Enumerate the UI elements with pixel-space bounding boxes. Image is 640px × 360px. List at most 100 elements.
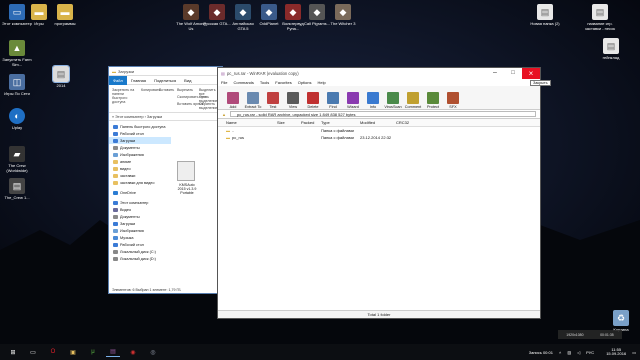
column-type[interactable]: Type <box>321 120 360 125</box>
nav-videos[interactable]: Видео <box>109 206 171 213</box>
maximize-button[interactable]: □ <box>504 68 522 79</box>
protect-button[interactable]: Protect <box>424 92 442 109</box>
nav-quick-access[interactable]: Панель быстрого доступа <box>109 123 171 130</box>
desktop-icon-new-folder[interactable]: ▤ Новая папка (2) <box>530 4 560 27</box>
desktop-icon-the-crew-file[interactable]: ▤ The_Crew 1... <box>2 178 32 201</box>
up-folder-icon[interactable]: ▲ <box>222 112 226 117</box>
info-button[interactable]: Info <box>364 92 382 109</box>
ribbon-paste-button[interactable]: Вставить <box>159 88 174 92</box>
file-list-row[interactable]: ▬ pc_rus Папка с файлами 23.12.2014 22:32 <box>218 134 540 141</box>
wizard-button[interactable]: Wizard <box>344 92 362 109</box>
nav-pc-pictures[interactable]: Изображения <box>109 227 171 234</box>
add-button[interactable]: Add <box>224 92 242 109</box>
find-button[interactable]: Find <box>324 92 342 109</box>
column-crc32[interactable]: CRC32 <box>396 120 426 125</box>
ribbon-cut-button[interactable]: Вырезать <box>177 88 193 92</box>
file-icon: ▤ <box>52 65 70 83</box>
nav-pc-desktop[interactable]: Рабочий стол <box>109 241 171 248</box>
nav-drive-d[interactable]: Локальный диск (D:) <box>109 255 171 262</box>
drive-icon <box>113 249 118 254</box>
language-indicator[interactable]: РУС <box>586 350 594 355</box>
start-button[interactable]: ⊞ <box>6 347 20 357</box>
desktop-icon <box>113 242 118 247</box>
ribbon-copy-button[interactable]: Копировать <box>141 88 160 92</box>
archive-path-field[interactable]: pc_rus.rar - solid RAR archive, unpacked… <box>229 111 536 117</box>
desktop-icon-the-crew[interactable]: ▰ The Crew (Worldwide) <box>2 146 32 173</box>
nav-pc-documents[interactable]: Документы <box>109 213 171 220</box>
file-icon: ▤ <box>9 178 25 194</box>
menu-options[interactable]: Options <box>298 80 312 85</box>
virusscan-button[interactable]: VirusScan <box>384 92 402 109</box>
nav-pictures[interactable]: Изображения <box>109 151 171 158</box>
delete-button[interactable]: Delete <box>304 92 322 109</box>
column-size[interactable]: Size <box>275 120 301 125</box>
recording-indicator[interactable]: Запись 00:01 <box>529 350 553 355</box>
menu-help[interactable]: Help <box>318 80 326 85</box>
chevron-up-icon[interactable]: ˄ <box>559 350 561 355</box>
nav-music[interactable]: Музыка <box>109 234 171 241</box>
desktop-icon <box>113 131 118 136</box>
nav-folder-anime[interactable]: аниме <box>109 158 171 165</box>
desktop-icon-text-file[interactable]: ▤ название игр. заставки - песок <box>580 4 620 31</box>
sfx-button[interactable]: SFX <box>444 92 462 109</box>
menu-favorites[interactable]: Favorites <box>275 80 291 85</box>
nav-downloads[interactable]: Загрузки <box>109 137 171 144</box>
explorer-address-bar[interactable]: « Этот компьютер › Загрузки <box>109 113 222 121</box>
nav-drive-c[interactable]: Локальный диск (C:) <box>109 248 171 255</box>
desktop-icon-selected-file[interactable]: ▤ 2014 <box>46 65 76 89</box>
network-icon: ◫ <box>9 74 25 90</box>
clock[interactable]: 11:55 15.09.2016 <box>600 347 626 357</box>
nav-documents[interactable]: Документы <box>109 144 171 151</box>
taskbar-winrar[interactable]: ▤ <box>106 347 120 357</box>
desktop-icon-farm-sim[interactable]: ▲ Запустить Farm Sim... <box>2 40 32 67</box>
uplay-icon: ◐ <box>9 108 25 124</box>
taskbar-opera[interactable]: O <box>46 347 60 357</box>
desktop-icon-lan-games[interactable]: ◫ Игры По Сети <box>2 74 32 97</box>
taskbar-explorer[interactable]: ▣ <box>66 347 80 357</box>
column-modified[interactable]: Modified <box>360 120 396 125</box>
tab-file[interactable]: Файл <box>109 75 127 85</box>
column-packed[interactable]: Packed <box>301 120 321 125</box>
nav-folder-intros[interactable]: заставки <box>109 172 171 179</box>
tab-home[interactable]: Главная <box>127 78 150 83</box>
ribbon-pin-button[interactable]: Закрепить на панели быстрого доступа <box>112 88 138 104</box>
extract-to-button[interactable]: Extract To <box>244 92 262 109</box>
menu-tools[interactable]: Tools <box>260 80 269 85</box>
minimize-button[interactable]: – <box>486 68 504 79</box>
desktop-icon-uplay[interactable]: ◐ Uplay <box>2 108 32 131</box>
nav-onedrive[interactable]: OneDrive <box>109 189 171 196</box>
tab-share[interactable]: Поделиться <box>150 78 180 83</box>
nav-this-pc[interactable]: Этот компьютер <box>109 199 171 206</box>
test-button[interactable]: Test <box>264 92 282 109</box>
nav-folder-intros-video[interactable]: заставки для видео <box>109 179 171 186</box>
winrar-window: ▤ pc_rus.rar - WinRAR (evaluation copy) … <box>217 67 541 319</box>
nav-desktop[interactable]: Рабочий стол <box>109 130 171 137</box>
volume-icon[interactable]: ◁ <box>577 350 580 355</box>
network-icon[interactable]: ▥ <box>567 350 571 355</box>
taskbar-app-red[interactable]: ◉ <box>126 347 140 357</box>
menu-commands[interactable]: Commands <box>233 80 253 85</box>
explorer-ribbon: Закрепить на панели быстрого доступа Коп… <box>109 85 222 113</box>
taskbar-utorrent[interactable]: μ <box>86 347 100 357</box>
view-button[interactable]: View <box>284 92 302 109</box>
desktop-icon-doc[interactable]: ▤ гейнклад <box>596 38 626 61</box>
nav-folder-video[interactable]: видео <box>109 165 171 172</box>
image-icon <box>113 152 118 157</box>
tab-view[interactable]: Вид <box>180 78 195 83</box>
file-thumbnail[interactable] <box>177 161 195 181</box>
explorer-ribbon-tabs: Файл Главная Поделиться Вид <box>109 75 222 85</box>
task-view-button[interactable]: ▭ <box>26 347 40 357</box>
desktop-icon-programs-folder[interactable]: ▬ программы <box>50 4 80 27</box>
close-button[interactable]: × <box>522 68 540 79</box>
taskbar-steam[interactable]: ◎ <box>146 347 160 357</box>
comment-button[interactable]: Comment <box>404 92 422 109</box>
notifications-icon[interactable]: ▭ <box>632 350 636 355</box>
document-icon: ▤ <box>592 4 608 20</box>
column-name[interactable]: Name <box>218 120 275 125</box>
row-name: ▬ pc_rus <box>226 135 245 140</box>
file-list-row[interactable]: ▬.. Папка с файлами <box>218 127 540 134</box>
desktop-icon-witcher[interactable]: ◆ The Witcher 3 <box>328 4 358 27</box>
sfx-icon <box>447 92 459 104</box>
nav-pc-downloads[interactable]: Загрузки <box>109 220 171 227</box>
menu-file[interactable]: File <box>221 80 227 85</box>
